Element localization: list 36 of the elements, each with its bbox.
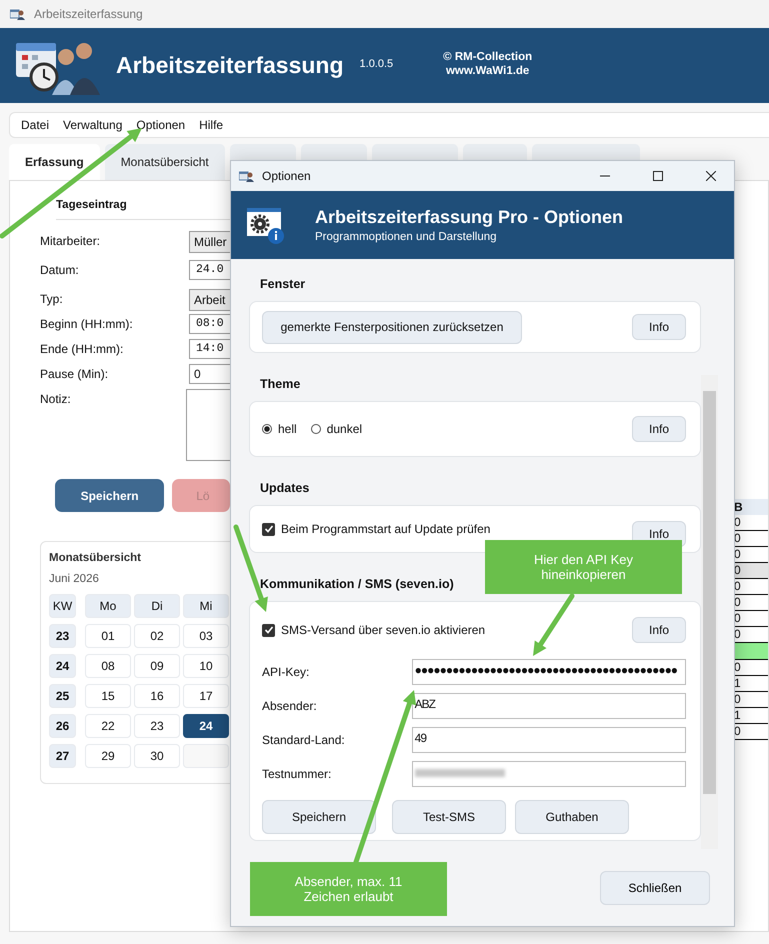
field-label: Typ: <box>40 291 64 306</box>
week-header: KW <box>49 594 76 618</box>
field-label: Datum: <box>40 262 80 277</box>
callout-note: Hier den API Key hineinkopieren <box>485 540 682 594</box>
section-heading: Updates <box>260 481 310 495</box>
dialog-subtitle: Programmoptionen und Darstellung <box>315 231 498 243</box>
week-number: 23 <box>49 624 76 648</box>
week-number: 24 <box>49 654 76 678</box>
callout-note: Absender, max. 11 Zeichen erlaubt <box>250 862 447 916</box>
dialog-heading: Arbeitszeiterfassung Pro - Optionen <box>315 207 624 228</box>
version-label: 1.0.0.5 <box>360 58 394 70</box>
window-title: Arbeitszeiterfassung <box>34 7 143 21</box>
field-label: Standard-Land: <box>262 733 346 747</box>
week-number: 25 <box>49 684 76 708</box>
field-label: Ende (HH:mm): <box>40 341 124 356</box>
field-label: API-Key: <box>262 665 310 679</box>
dialog-title: Optionen <box>262 169 312 183</box>
field-label: Absender: <box>262 699 318 713</box>
calendar-title: Monatsübersicht <box>49 552 142 564</box>
week-number: 27 <box>49 744 76 768</box>
field-label: Mitarbeiter: <box>40 233 102 248</box>
website-text: www.WaWi1.de <box>446 64 530 76</box>
section-heading: Kommunikation / SMS (seven.io) <box>260 577 455 591</box>
weekday-header: Di <box>134 594 180 618</box>
field-label: Pause (Min): <box>40 366 110 381</box>
weekday-header: Mi <box>183 594 229 618</box>
copyright-text: © RM-Collection <box>443 50 532 62</box>
field-label: Beginn (HH:mm): <box>40 316 134 331</box>
weekday-header: Mo <box>85 594 131 618</box>
section-heading: Fenster <box>260 277 306 291</box>
field-label: Notiz: <box>40 391 72 406</box>
app-title: Arbeitszeiterfassung <box>116 52 344 79</box>
section-heading: Theme <box>260 377 302 391</box>
field-label: Testnummer: <box>262 767 332 781</box>
week-number: 26 <box>49 714 76 738</box>
month-label: Juni 2026 <box>49 573 100 585</box>
